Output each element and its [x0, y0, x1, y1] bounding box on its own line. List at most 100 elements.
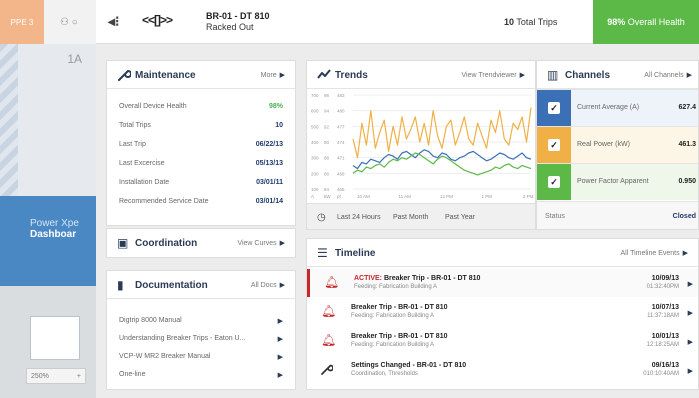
y-tick-label: 88 [324, 156, 330, 161]
checkbox-checked-icon[interactable]: ✓ [548, 102, 560, 114]
view-curves-link[interactable]: View Curves ▶ [237, 239, 285, 247]
doc-item[interactable]: Digtrip 8000 Manual ▶ [119, 317, 283, 331]
y-tick-label: 600 [311, 109, 319, 114]
wrench-icon [321, 363, 334, 377]
ppe-tab[interactable]: PPE 3 [0, 0, 44, 44]
chevron-right-icon: ▶ [686, 72, 692, 79]
maint-row: Last Trip 06/22/13 [119, 141, 283, 155]
checkbox-checked-icon[interactable]: ✓ [548, 176, 560, 188]
doc-item[interactable]: Understanding Breaker Trips - Eaton U...… [119, 335, 283, 349]
minimap-viewport[interactable] [30, 316, 80, 360]
doc-label: One-line [119, 371, 146, 378]
trends-panel: Trends View Trendviewer ▶ 700 96 483 600 94 48… [306, 60, 536, 230]
event-date: 10/07/13 [651, 304, 679, 311]
y-tick-label: 483 [337, 93, 345, 98]
view-trendviewer-link[interactable]: View Trendviewer ▶ [461, 71, 525, 79]
x-tick-label: 12 PM [440, 194, 453, 199]
all-channels-link[interactable]: All Channels ▶ [644, 71, 692, 79]
series-line [352, 152, 532, 176]
chevron-right-icon: ▶ [519, 72, 525, 79]
trend-range-bar: ◷ Last 24 Hours Past Month Past Year [307, 203, 535, 229]
zoom-in-button[interactable]: + [77, 373, 81, 380]
maint-value: 98% [268, 103, 283, 110]
channel-color-swatch: ✓ [537, 90, 571, 126]
event-subtitle: Feeding: Fabrication Building A [351, 342, 435, 348]
doc-label: VCP-W MR2 Breaker Manual [119, 353, 211, 360]
back-icon[interactable]: ◂⁝ [108, 13, 119, 30]
total-trips: 10 Total Trips [504, 0, 557, 44]
channels-icon: ▥ [547, 68, 559, 82]
y-tick-label: 86 [324, 171, 330, 176]
device-detail-modal: ◂⁝ <<[]>> BR-01 - DT 810 Racked Out 10 T… [96, 0, 699, 398]
timeline-event[interactable]: Settings Changed - BR-01 - DT 810 Coordi… [307, 356, 698, 384]
checkbox-checked-icon[interactable]: ✓ [548, 139, 560, 151]
channel-value: 0.950 [678, 178, 696, 185]
event-title: Breaker Trip - BR-01 - DT 810 [383, 275, 481, 282]
document-icon: ▮ [117, 278, 124, 292]
dashboard-tile[interactable]: Power Xpe Dashboar [0, 196, 96, 286]
range-month[interactable]: Past Month [393, 214, 428, 221]
y-tick-label: 84 [324, 187, 330, 192]
list-icon: ☰ [317, 246, 328, 260]
event-time: 01:32:40PM [646, 284, 679, 290]
dashboard-title-line1: Power Xpe [30, 218, 79, 229]
y-tick-label: 465 [337, 187, 345, 192]
timeline-event[interactable]: 🔔︎ Breaker Trip - BR-01 - DT 810 Feeding… [307, 327, 698, 355]
device-header: ◂⁝ <<[]>> BR-01 - DT 810 Racked Out 10 T… [96, 0, 699, 44]
doc-item[interactable]: One-line ▶ [119, 371, 283, 385]
chevron-right-icon: ▶ [279, 240, 285, 247]
chevron-right-icon: ▶ [277, 354, 283, 361]
trend-line-icon [317, 68, 331, 83]
maint-label: Total Trips [119, 122, 151, 129]
axis-unit-label: A [311, 194, 314, 199]
y-tick-label: 471 [337, 156, 345, 161]
all-timeline-events-link[interactable]: All Timeline Events ▶ [620, 249, 688, 257]
bus-tile-1a[interactable]: 1A [18, 44, 96, 196]
x-tick-label: 10 AM [357, 194, 370, 199]
all-docs-link[interactable]: All Docs ▶ [251, 281, 285, 289]
channel-row: ✓ Real Power (kW) 461.3 [537, 126, 698, 163]
health-value: 98% [607, 17, 626, 27]
event-time: 11:37:18AM [647, 313, 679, 319]
range-24h[interactable]: Last 24 Hours [337, 214, 381, 221]
breaker-status-row: Status Closed [537, 201, 698, 229]
x-tick-label: 2 PM [523, 194, 534, 199]
alarm-bell-icon: 🔔︎ [321, 333, 337, 347]
chevron-right-icon: ▶ [687, 281, 693, 288]
axis-unit-label: kW [324, 194, 331, 199]
channel-value: 627.4 [678, 104, 696, 111]
coordination-title: Coordination [135, 238, 198, 249]
y-tick-label: 474 [337, 140, 345, 145]
zoom-value: 250% [31, 372, 49, 380]
zoom-control[interactable]: 250% + [26, 368, 86, 384]
all-timeline-events-label: All Timeline Events [620, 250, 680, 257]
chevron-right-icon: ▶ [279, 282, 285, 289]
timeline-event[interactable]: 🔔︎ Breaker Trip - BR-01 - DT 810 Feeding… [307, 298, 698, 326]
chevron-right-icon: ▶ [279, 72, 285, 79]
total-trips-label: Total Trips [516, 17, 558, 27]
channel-color-swatch: ✓ [537, 127, 571, 163]
series-line [352, 107, 532, 159]
timeline-event[interactable]: 🔔︎ ACTIVE: Breaker Trip - BR-01 - DT 810… [307, 269, 698, 297]
device-name: BR-01 - DT 810 [206, 11, 270, 21]
clock-icon: ◷ [317, 212, 326, 223]
doc-item[interactable]: VCP-W MR2 Breaker Manual ▶ [119, 353, 283, 367]
breaker-icon: <<[]>> [142, 13, 173, 27]
y-tick-label: 300 [311, 156, 319, 161]
channel-label: Real Power (kW) [577, 141, 630, 148]
event-date: 10/01/13 [651, 333, 679, 340]
chevron-right-icon: ▶ [687, 339, 693, 346]
event-date: 09/16/13 [651, 362, 679, 369]
maintenance-more-link[interactable]: More ▶ [261, 71, 285, 79]
striped-tile [0, 44, 18, 196]
maint-value: 03/01/11 [256, 179, 283, 186]
maint-value: 06/22/13 [255, 141, 283, 148]
device-status: Racked Out [206, 22, 254, 32]
timeline-title: Timeline [335, 248, 376, 259]
doc-label: Digtrip 8000 Manual [119, 317, 182, 324]
range-year[interactable]: Past Year [445, 214, 475, 221]
maint-label: Recommended Service Date [119, 198, 209, 205]
maint-label: Overall Device Health [119, 103, 187, 110]
alarm-bell-icon: 🔔︎ [321, 304, 337, 318]
hierarchy-icon[interactable]: ⚇ ○ [44, 0, 96, 44]
